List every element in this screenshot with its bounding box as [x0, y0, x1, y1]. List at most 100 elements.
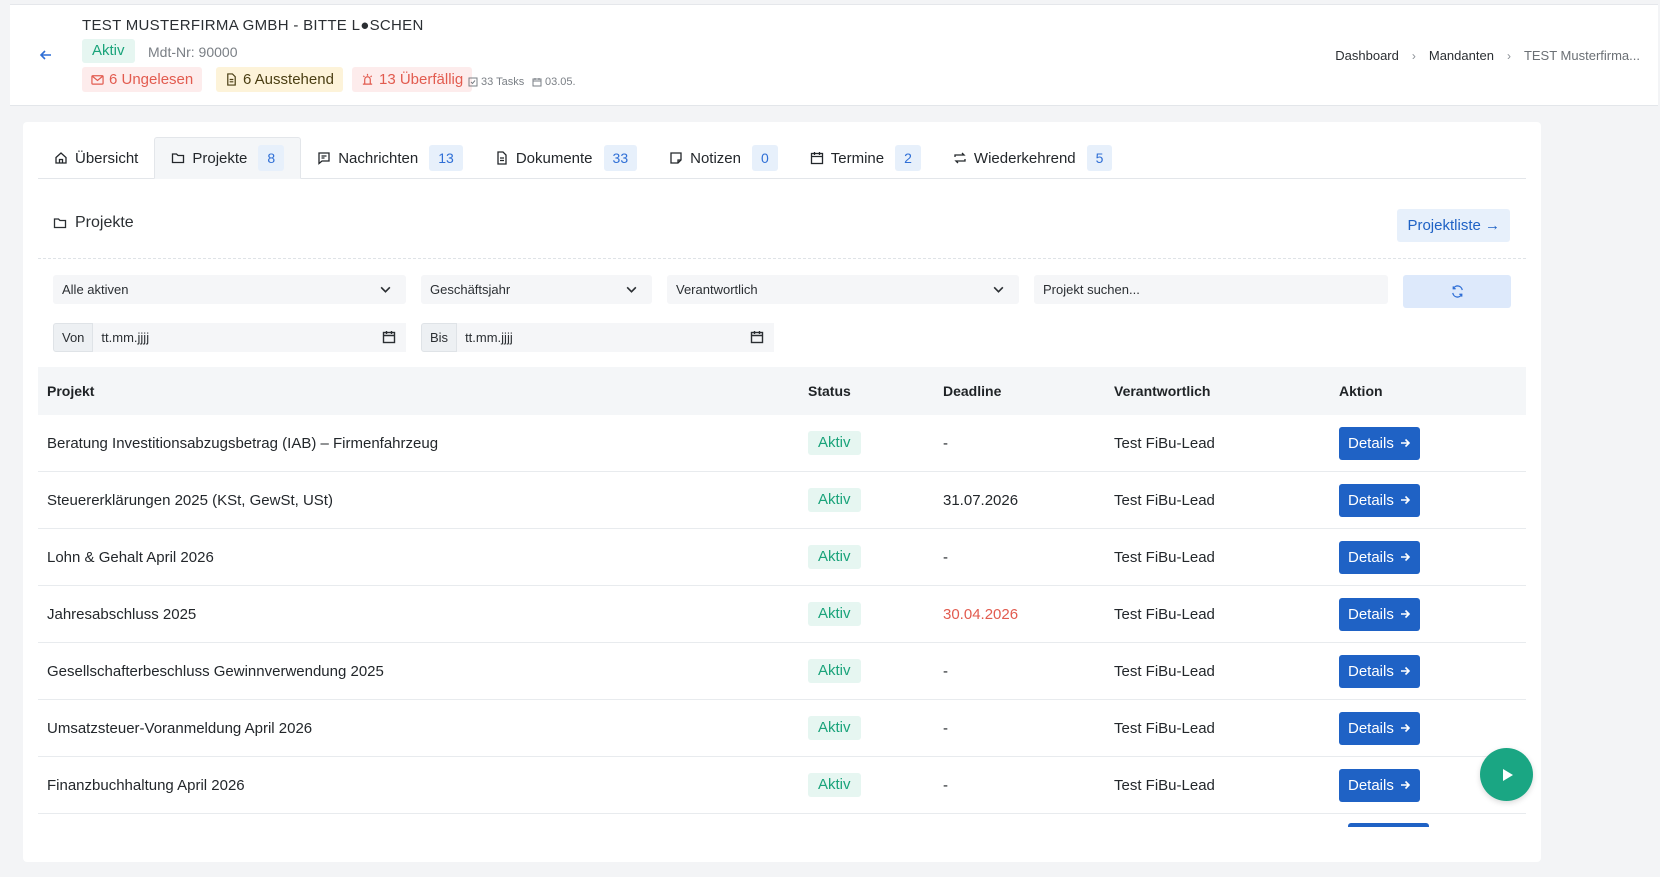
calendar-icon: [810, 152, 823, 165]
responsible: Test FiBu-Lead: [1114, 662, 1215, 680]
checkbox-icon: [468, 77, 478, 87]
home-icon: [55, 152, 67, 164]
header-date: 03.05.: [532, 76, 576, 88]
deadline: -: [943, 434, 948, 452]
chevron-down-icon: [380, 286, 391, 293]
mail-icon: [91, 75, 104, 85]
deadline: -: [943, 662, 948, 680]
section-divider: [38, 258, 1526, 259]
chevron-right-icon: ›: [1506, 48, 1511, 63]
deadline: 30.04.2026: [943, 605, 1019, 623]
breadcrumb-dashboard[interactable]: Dashboard: [1335, 48, 1399, 63]
arrow-right-icon: [1400, 438, 1410, 448]
calendar-icon[interactable]: [750, 330, 764, 344]
column-header-action: Aktion: [1339, 383, 1383, 399]
project-name[interactable]: Gesellschafterbeschluss Gewinnverwendung…: [38, 663, 808, 680]
deadline: 31.07.2026: [943, 491, 1019, 509]
overdue-badge[interactable]: 13 Überfällig: [352, 67, 473, 92]
folder-icon: [172, 153, 185, 164]
status-badge: Aktiv: [808, 488, 861, 512]
status-badge: Aktiv: [808, 716, 861, 740]
chevron-down-icon: [993, 286, 1004, 293]
table-row: Jahresabschluss 2025 Aktiv 30.04.2026 Test …: [38, 586, 1526, 643]
project-name[interactable]: Umsatzsteuer-Voranmeldung April 2026: [38, 720, 808, 737]
arrow-right-icon: [1400, 495, 1410, 505]
alarm-icon: [362, 73, 373, 85]
project-search-input[interactable]: Projekt suchen...: [1034, 275, 1388, 304]
repeat-icon: [954, 152, 966, 164]
folder-icon: [53, 218, 67, 229]
fiscal-year-select[interactable]: Geschäftsjahr: [421, 275, 652, 304]
back-arrow-icon[interactable]: [38, 47, 54, 63]
date-from-input[interactable]: tt.mm.jjjj: [93, 323, 406, 352]
column-header-status[interactable]: Status: [808, 383, 943, 399]
tab-count: 8: [258, 145, 285, 171]
play-button[interactable]: [1480, 748, 1533, 801]
tab-overview[interactable]: Übersicht: [38, 137, 154, 179]
project-name[interactable]: Finanzbuchhaltung April 2026: [38, 777, 808, 794]
breadcrumb-mandanten[interactable]: Mandanten: [1429, 48, 1494, 63]
next-row-button-edge: [1348, 823, 1429, 827]
tab-appointments[interactable]: Termine 2: [794, 137, 937, 179]
details-button[interactable]: Details: [1339, 768, 1420, 802]
project-name[interactable]: Steuererklärungen 2025 (KSt, GewSt, USt): [38, 492, 808, 509]
column-header-deadline[interactable]: Deadline: [943, 383, 1114, 399]
tab-bar: Übersicht Projekte 8 Nachrichten 13 Doku…: [38, 137, 1526, 179]
tab-messages[interactable]: Nachrichten 13: [301, 137, 479, 179]
responsible: Test FiBu-Lead: [1114, 491, 1215, 509]
tasks-count: 33 Tasks: [468, 76, 524, 88]
details-button[interactable]: Details: [1339, 654, 1420, 688]
status-badge: Aktiv: [808, 659, 861, 683]
details-button[interactable]: Details: [1339, 597, 1420, 631]
deadline: -: [943, 719, 948, 737]
calendar-icon[interactable]: [382, 330, 396, 344]
date-to-field[interactable]: Bis tt.mm.jjjj: [421, 323, 774, 352]
column-header-responsible[interactable]: Verantwortlich: [1114, 383, 1339, 399]
project-name[interactable]: Jahresabschluss 2025: [38, 606, 808, 623]
tab-documents[interactable]: Dokumente 33: [479, 137, 653, 179]
calendar-icon: [532, 78, 542, 87]
table-row: Steuererklärungen 2025 (KSt, GewSt, USt)…: [38, 472, 1526, 529]
date-to-label: Bis: [421, 323, 458, 352]
tab-count: 2: [895, 145, 921, 171]
details-button[interactable]: Details: [1339, 711, 1420, 745]
table-row: Lohn & Gehalt April 2026 Aktiv - Test FiBu-…: [38, 529, 1526, 586]
responsible: Test FiBu-Lead: [1114, 776, 1215, 794]
arrow-right-icon: [1400, 666, 1410, 676]
status-filter-select[interactable]: Alle aktiven: [53, 275, 406, 304]
details-button[interactable]: Details: [1339, 426, 1420, 460]
page-header: TEST MUSTERFIRMA GMBH - BITTE L●SCHEN Ak…: [10, 5, 1658, 106]
responsible-select[interactable]: Verantwortlich: [667, 275, 1019, 304]
tab-notes[interactable]: Notizen 0: [653, 137, 794, 179]
main-card: Übersicht Projekte 8 Nachrichten 13 Doku…: [23, 122, 1541, 862]
project-name[interactable]: Lohn & Gehalt April 2026: [38, 549, 808, 566]
note-icon: [670, 152, 682, 164]
pending-badge[interactable]: 6 Ausstehend: [216, 67, 343, 92]
status-badge: Aktiv: [808, 431, 861, 455]
breadcrumb-current: TEST Musterfirma...: [1523, 48, 1640, 63]
date-to-input[interactable]: tt.mm.jjjj: [457, 323, 774, 352]
tab-recurring[interactable]: Wiederkehrend 5: [937, 137, 1129, 179]
arrow-right-icon: [1400, 723, 1410, 733]
status-badge: Aktiv: [82, 39, 135, 63]
details-button[interactable]: Details: [1339, 540, 1420, 574]
unread-badge[interactable]: 6 Ungelesen: [82, 67, 203, 92]
refresh-button[interactable]: [1403, 275, 1511, 308]
chevron-down-icon: [626, 286, 637, 293]
tab-projects[interactable]: Projekte 8: [154, 137, 302, 179]
details-button[interactable]: Details: [1339, 483, 1420, 517]
tab-count: 13: [429, 145, 463, 171]
projects-table: Projekt Status Deadline Verantwortlich A…: [38, 367, 1526, 814]
table-row: Umsatzsteuer-Voranmeldung April 2026 Akti…: [38, 700, 1526, 757]
status-badge: Aktiv: [808, 773, 861, 797]
company-name: TEST MUSTERFIRMA GMBH - BITTE L●SCHEN: [82, 17, 424, 34]
deadline: -: [943, 548, 948, 566]
project-name[interactable]: Beratung Investitionsabzugsbetrag (IAB) …: [38, 435, 808, 452]
document-icon: [227, 73, 236, 86]
column-header-project[interactable]: Projekt: [38, 383, 808, 399]
arrow-right-icon: [1400, 780, 1410, 790]
date-from-field[interactable]: Von tt.mm.jjjj: [53, 323, 406, 352]
document-icon: [497, 151, 507, 165]
status-badge: Aktiv: [808, 545, 861, 569]
project-list-button[interactable]: Projektliste →: [1397, 209, 1510, 242]
